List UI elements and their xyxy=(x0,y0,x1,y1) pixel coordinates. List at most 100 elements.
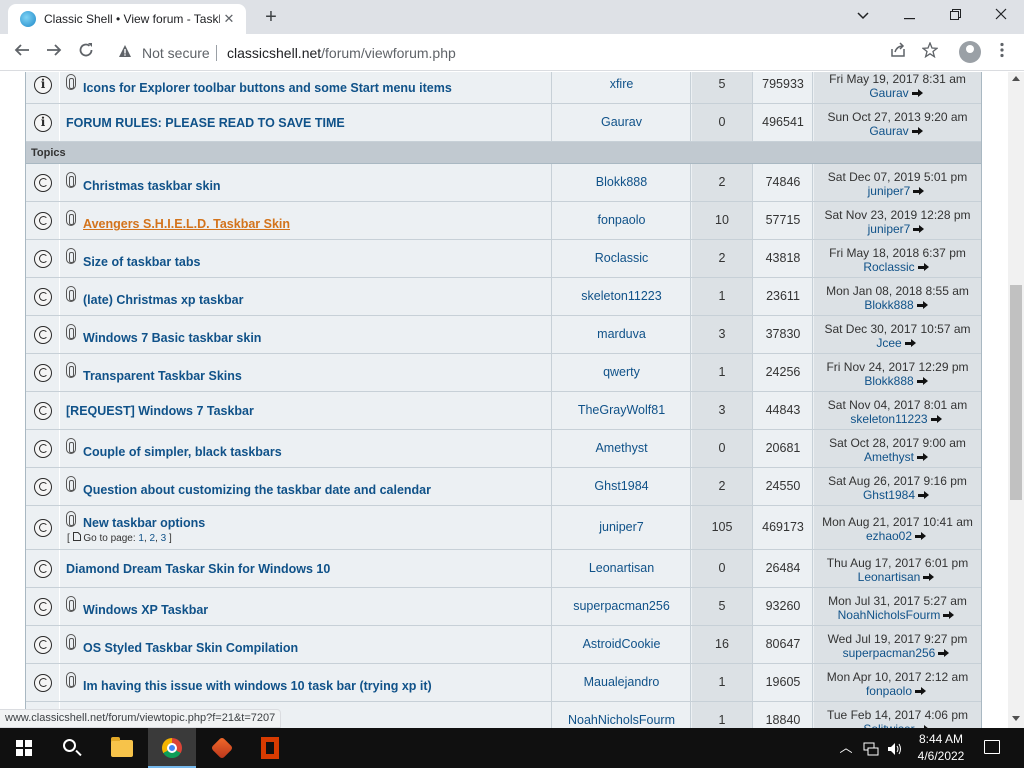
topic-title-link[interactable]: Windows 7 Basic taskbar skin xyxy=(83,331,261,345)
topic-title-link[interactable]: Im having this issue with windows 10 tas… xyxy=(83,679,432,693)
go-to-last-post-button[interactable] xyxy=(914,298,931,312)
last-post-author-link[interactable]: NoahNicholsFourm xyxy=(838,608,941,622)
last-post-author-link[interactable]: ezhao02 xyxy=(866,529,912,543)
topic-author-link[interactable]: qwerty xyxy=(553,365,690,379)
topic-author-link[interactable]: skeleton11223 xyxy=(553,289,690,303)
topic-title-link[interactable]: Question about customizing the taskbar d… xyxy=(83,483,431,497)
last-post-author-link[interactable]: Gaurav xyxy=(869,86,908,100)
last-post-author-link[interactable]: Blokk888 xyxy=(864,374,913,388)
notifications-icon[interactable] xyxy=(984,740,1000,754)
tab-search-dropdown-icon[interactable] xyxy=(840,0,886,30)
go-to-last-post-button[interactable] xyxy=(935,646,952,660)
reload-button[interactable] xyxy=(73,40,99,66)
topic-author-link[interactable]: Gaurav xyxy=(553,115,690,129)
restore-button[interactable] xyxy=(932,0,978,30)
go-to-last-post-button[interactable] xyxy=(914,450,931,464)
last-post-author-link[interactable]: skeleton11223 xyxy=(850,412,927,426)
bookmark-star-icon[interactable] xyxy=(919,41,941,64)
go-to-last-post-button[interactable] xyxy=(910,184,927,198)
topic-title-link[interactable]: Diamond Dream Taskar Skin for Windows 10 xyxy=(66,562,330,576)
go-to-last-post-button[interactable] xyxy=(920,570,937,584)
app-taskbar-button[interactable] xyxy=(198,728,246,768)
back-button[interactable] xyxy=(9,40,35,66)
topic-title-link[interactable]: Couple of simpler, black taskbars xyxy=(83,445,282,459)
page-scrollbar[interactable] xyxy=(1008,72,1024,728)
go-to-last-post-button[interactable] xyxy=(915,488,932,502)
close-window-button[interactable] xyxy=(978,0,1024,30)
browser-tab[interactable]: Classic Shell • View forum - Taskbar ✕ xyxy=(8,4,246,34)
last-post-author-link[interactable]: Ghst1984 xyxy=(863,488,915,502)
show-hidden-icons-chevron-icon[interactable]: ︿ xyxy=(836,728,856,768)
go-to-last-post-button[interactable] xyxy=(909,124,926,138)
last-post-author-link[interactable]: Leonartisan xyxy=(858,570,921,584)
page-link-1[interactable]: 1 xyxy=(138,533,144,544)
topic-title-link[interactable]: OS Styled Taskbar Skin Compilation xyxy=(83,641,298,655)
profile-avatar-icon[interactable] xyxy=(959,41,981,63)
new-tab-button[interactable]: + xyxy=(259,6,283,30)
topic-title-link[interactable]: Avengers S.H.I.E.L.D. Taskbar Skin xyxy=(83,217,290,231)
topic-title-link[interactable]: [REQUEST] Windows 7 Taskbar xyxy=(66,404,254,418)
topic-author-link[interactable]: Leonartisan xyxy=(553,561,690,575)
go-to-last-post-button[interactable] xyxy=(912,529,929,543)
forward-button[interactable] xyxy=(41,40,67,66)
minimize-button[interactable] xyxy=(886,0,932,30)
topic-author-link[interactable]: Blokk888 xyxy=(553,175,690,189)
address-bar[interactable]: Not secure classicshell.net/forum/viewfo… xyxy=(110,39,955,67)
share-icon[interactable] xyxy=(887,42,909,64)
url-text[interactable]: classicshell.net/forum/viewforum.php xyxy=(227,45,456,61)
scroll-up-icon[interactable] xyxy=(1012,76,1020,81)
topic-title-link[interactable]: Christmas taskbar skin xyxy=(83,179,221,193)
close-tab-icon[interactable]: ✕ xyxy=(220,11,238,27)
last-post-author-link[interactable]: Blokk888 xyxy=(864,298,913,312)
last-post-author-link[interactable]: Gaurav xyxy=(869,124,908,138)
page-link-3[interactable]: 3 xyxy=(161,533,167,544)
topic-author-link[interactable]: superpacman256 xyxy=(553,599,690,613)
scroll-down-icon[interactable] xyxy=(1012,716,1020,721)
last-post-author-link[interactable]: Jcee xyxy=(876,336,901,350)
topic-author-link[interactable]: xfire xyxy=(553,77,690,91)
go-to-last-post-button[interactable] xyxy=(928,412,945,426)
topic-author-link[interactable]: TheGrayWolf81 xyxy=(553,403,690,417)
not-secure-label[interactable]: Not secure xyxy=(142,45,210,61)
page-link-2[interactable]: 2 xyxy=(150,533,156,544)
go-to-last-post-button[interactable] xyxy=(909,86,926,100)
topic-author-link[interactable]: NoahNicholsFourm xyxy=(553,713,690,727)
system-clock[interactable]: 8:44 AM 4/6/2022 xyxy=(908,731,974,765)
go-to-last-post-button[interactable] xyxy=(902,336,919,350)
last-post-author-link[interactable]: fonpaolo xyxy=(866,684,912,698)
start-button[interactable] xyxy=(0,728,48,768)
volume-icon[interactable] xyxy=(884,728,906,768)
go-to-last-post-button[interactable] xyxy=(915,260,932,274)
topic-author-link[interactable]: Amethyst xyxy=(553,441,690,455)
topic-author-link[interactable]: marduva xyxy=(553,327,690,341)
go-to-last-post-button[interactable] xyxy=(912,684,929,698)
topic-title-link[interactable]: FORUM RULES: PLEASE READ TO SAVE TIME xyxy=(66,116,345,130)
topic-title-link[interactable]: Size of taskbar tabs xyxy=(83,255,200,269)
file-explorer-button[interactable] xyxy=(98,728,146,768)
topic-title-link[interactable]: Windows XP Taskbar xyxy=(83,603,208,617)
last-post-author-link[interactable]: juniper7 xyxy=(868,184,911,198)
topic-title-link[interactable]: Icons for Explorer toolbar buttons and s… xyxy=(83,81,452,95)
topic-author-link[interactable]: juniper7 xyxy=(553,520,690,534)
topic-author-link[interactable]: Maualejandro xyxy=(553,675,690,689)
search-button[interactable] xyxy=(48,728,96,768)
topic-author-link[interactable]: Ghst1984 xyxy=(553,479,690,493)
topic-title-link[interactable]: (late) Christmas xp taskbar xyxy=(83,293,243,307)
go-to-last-post-button[interactable] xyxy=(910,222,927,236)
network-icon[interactable] xyxy=(860,728,882,768)
last-post-author-link[interactable]: Roclassic xyxy=(863,260,914,274)
office-taskbar-button[interactable] xyxy=(246,728,294,768)
topic-author-link[interactable]: fonpaolo xyxy=(553,213,690,227)
topic-title-link[interactable]: Transparent Taskbar Skins xyxy=(83,369,242,383)
chrome-taskbar-button[interactable] xyxy=(148,728,196,768)
menu-kebab-icon[interactable] xyxy=(991,42,1013,64)
go-to-last-post-button[interactable] xyxy=(914,374,931,388)
topic-title-link[interactable]: New taskbar options xyxy=(83,516,205,530)
topic-author-link[interactable]: AstroidCookie xyxy=(553,637,690,651)
topic-author-link[interactable]: Roclassic xyxy=(553,251,690,265)
scrollbar-thumb[interactable] xyxy=(1010,285,1022,500)
last-post-author-link[interactable]: Amethyst xyxy=(864,450,914,464)
go-to-last-post-button[interactable] xyxy=(940,608,957,622)
last-post-author-link[interactable]: superpacman256 xyxy=(843,646,936,660)
last-post-author-link[interactable]: juniper7 xyxy=(868,222,911,236)
